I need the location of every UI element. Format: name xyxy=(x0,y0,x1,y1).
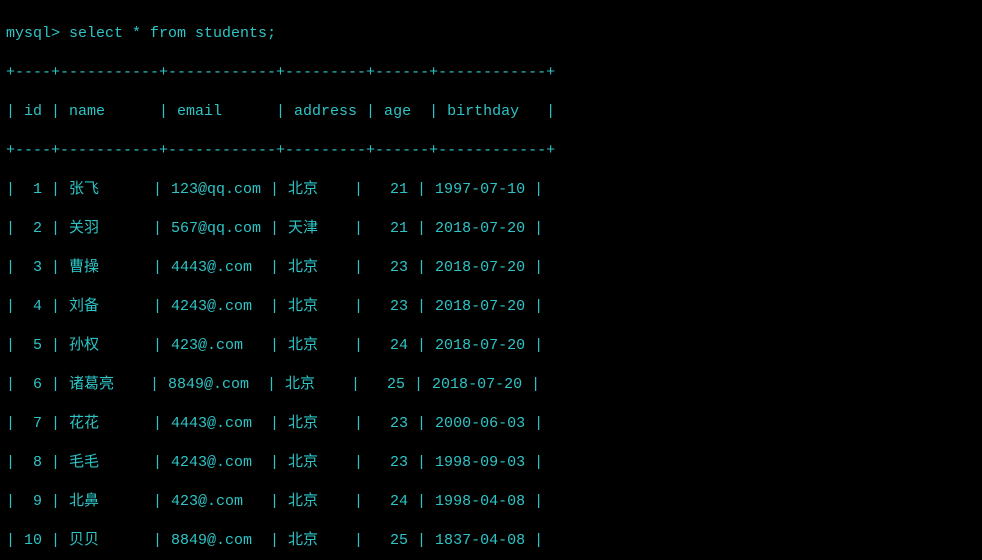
table-row: | 4 | 刘备 | 4243@.com | 北京 | 23 | 2018-07… xyxy=(6,297,976,317)
table1-border-mid: +----+-----------+------------+---------… xyxy=(6,141,976,161)
table-row: | 6 | 诸葛亮 | 8849@.com | 北京 | 25 | 2018-0… xyxy=(6,375,976,395)
table-row: | 3 | 曹操 | 4443@.com | 北京 | 23 | 2018-07… xyxy=(6,258,976,278)
mysql-terminal[interactable]: mysql> select * from students; +----+---… xyxy=(0,0,982,560)
table-row: | 5 | 孙权 | 423@.com | 北京 | 24 | 2018-07-… xyxy=(6,336,976,356)
table1-header: | id | name | email | address | age | bi… xyxy=(6,102,976,122)
sql-command-1: select * from students; xyxy=(69,25,276,42)
table-row: | 2 | 关羽 | 567@qq.com | 天津 | 21 | 2018-0… xyxy=(6,219,976,239)
table-row: | 9 | 北鼻 | 423@.com | 北京 | 24 | 1998-04-… xyxy=(6,492,976,512)
table1-border-top: +----+-----------+------------+---------… xyxy=(6,63,976,83)
prompt-line-1[interactable]: mysql> select * from students; xyxy=(6,24,976,44)
table-row: | 8 | 毛毛 | 4243@.com | 北京 | 23 | 1998-09… xyxy=(6,453,976,473)
table-row: | 10 | 贝贝 | 8849@.com | 北京 | 25 | 1837-0… xyxy=(6,531,976,551)
table-row: | 1 | 张飞 | 123@qq.com | 北京 | 21 | 1997-0… xyxy=(6,180,976,200)
table-row: | 7 | 花花 | 4443@.com | 北京 | 23 | 2000-06… xyxy=(6,414,976,434)
mysql-prompt: mysql> xyxy=(6,25,60,42)
